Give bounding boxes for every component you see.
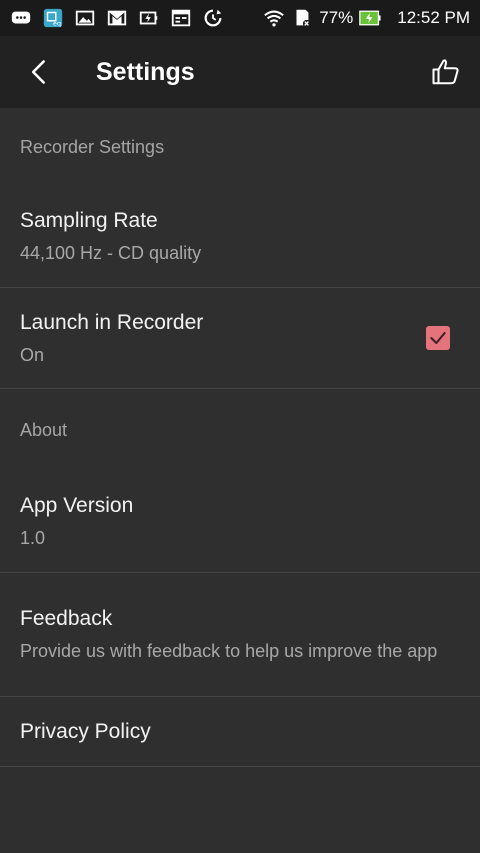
feedback-setting[interactable]: Feedback Provide us with feedback to hel… xyxy=(0,573,480,697)
section-header-recorder: Recorder Settings xyxy=(20,136,165,157)
like-button[interactable] xyxy=(426,52,466,92)
system-icons: 77% 12:52 PM xyxy=(263,7,470,29)
feedback-description: Provide us with feedback to help us impr… xyxy=(20,641,438,661)
wifi-icon xyxy=(263,7,285,29)
sampling-rate-value: 44,100 Hz - CD quality xyxy=(20,243,202,263)
feedback-text: Feedback Provide us with feedback to hel… xyxy=(20,607,460,662)
status-bar: eq 77% 12:52 PM xyxy=(0,0,480,36)
sampling-rate-title: Sampling Rate xyxy=(20,209,158,232)
battery-charging-icon xyxy=(359,7,381,29)
calendar-icon xyxy=(170,7,192,29)
notification-icons: eq xyxy=(10,7,263,29)
launch-in-recorder-value: On xyxy=(20,344,45,365)
battery-saver-icon xyxy=(138,7,160,29)
launch-in-recorder-setting[interactable]: Launch in Recorder On xyxy=(0,288,480,389)
battery-percent: 77% xyxy=(319,8,354,27)
settings-list: Recorder Settings Sampling Rate 44,100 H… xyxy=(0,108,480,767)
app-version-text: App Version 1.0 xyxy=(20,494,460,549)
launch-in-recorder-checkbox[interactable] xyxy=(426,326,450,350)
feedback-title: Feedback xyxy=(20,607,113,630)
app-version-value: 1.0 xyxy=(20,528,46,548)
sampling-rate-text: Sampling Rate 44,100 Hz - CD quality xyxy=(20,209,460,264)
section-header-about: About xyxy=(20,419,68,440)
launch-in-recorder-title: Launch in Recorder xyxy=(20,310,204,334)
app-badge-icon: eq xyxy=(42,7,64,29)
privacy-policy-text: Privacy Policy xyxy=(20,720,460,744)
privacy-policy-title: Privacy Policy xyxy=(20,719,151,743)
thumbs-up-icon xyxy=(432,59,459,85)
chevron-left-icon xyxy=(31,60,45,84)
launch-in-recorder-text: Launch in Recorder On xyxy=(20,311,426,366)
app-version-setting[interactable]: App Version 1.0 xyxy=(0,471,480,573)
sync-icon xyxy=(202,7,224,29)
sampling-rate-setting[interactable]: Sampling Rate 44,100 Hz - CD quality xyxy=(0,186,480,288)
svg-text:eq: eq xyxy=(53,19,61,27)
page-title: Settings xyxy=(96,57,195,86)
check-icon xyxy=(430,332,446,344)
sd-card-icon xyxy=(291,7,313,29)
app-version-title: App Version xyxy=(20,494,134,517)
chat-icon xyxy=(10,7,32,29)
gmail-icon xyxy=(106,7,128,29)
app-bar: Settings xyxy=(0,36,480,108)
clock: 12:52 PM xyxy=(397,8,470,27)
privacy-policy-setting[interactable]: Privacy Policy xyxy=(0,697,480,767)
back-button[interactable] xyxy=(18,51,60,93)
image-icon xyxy=(74,7,96,29)
